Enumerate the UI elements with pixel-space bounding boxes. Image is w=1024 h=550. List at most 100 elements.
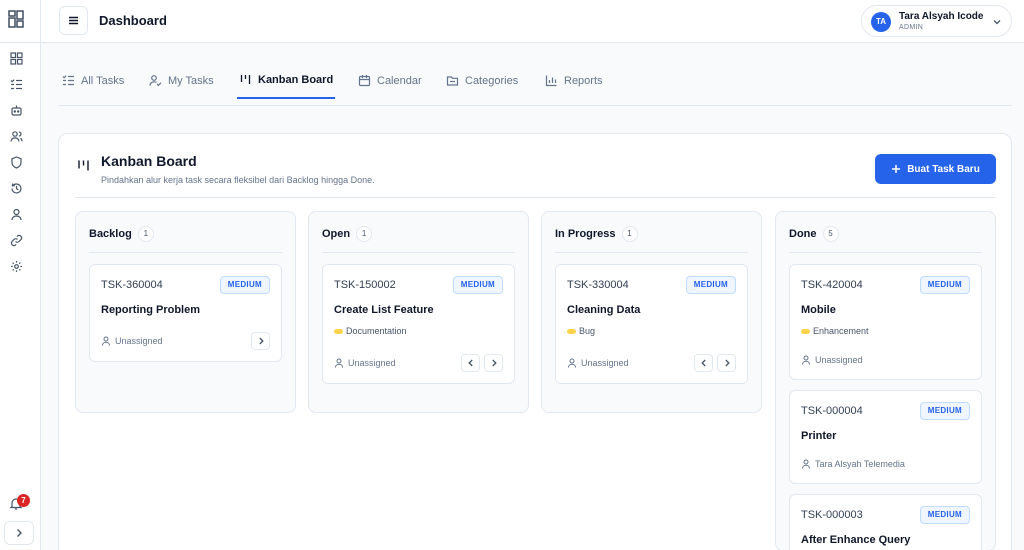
user-icon — [568, 358, 576, 368]
tab-reports[interactable]: Reports — [543, 62, 605, 99]
create-task-button[interactable]: Buat Task Baru — [875, 154, 996, 184]
priority-badge: MEDIUM — [685, 276, 736, 294]
tab-label: My Tasks — [168, 74, 214, 87]
create-task-label: Buat Task Baru — [907, 163, 980, 175]
page-title: Dashboard — [99, 13, 167, 28]
calendar-icon — [358, 75, 371, 87]
tab-kanban-board[interactable]: Kanban Board — [237, 62, 336, 99]
sidebar: 7 — [0, 0, 41, 550]
priority-badge: MEDIUM — [452, 276, 503, 294]
move-right-button[interactable] — [251, 332, 270, 350]
task-title: Reporting Problem — [101, 304, 201, 316]
link-icon[interactable] — [10, 234, 26, 250]
task-card[interactable]: TSK-150002 MEDIUM Create List Feature Do… — [322, 264, 515, 384]
task-id: TSK-000003 — [801, 509, 863, 521]
task-title: Mobile — [801, 304, 836, 316]
task-assignee: Unassigned — [567, 358, 629, 368]
tab-label: Kanban Board — [258, 73, 334, 86]
user-icon[interactable] — [10, 208, 26, 224]
column-title: Backlog — [89, 228, 132, 240]
hamburger-icon — [69, 16, 78, 25]
tab-all-tasks[interactable]: All Tasks — [60, 62, 126, 99]
chevron-left-icon — [467, 359, 473, 367]
tab-label: Reports — [564, 74, 603, 87]
assignee-name: Unassigned — [115, 336, 163, 346]
user-icon — [102, 336, 110, 346]
column-done: Done 5 TSK-420004 MEDIUM Mobile Enhancem… — [775, 211, 996, 550]
sidebar-divider — [0, 42, 40, 43]
task-card[interactable]: TSK-000004 MEDIUM Printer Tara Alsyah Te… — [789, 390, 982, 484]
user-name: Tara Alsyah Icode — [899, 11, 984, 22]
list-check-icon — [62, 75, 74, 86]
tag-color-icon — [567, 328, 576, 334]
task-assignee: Unassigned — [334, 358, 396, 368]
menu-toggle-button[interactable] — [59, 6, 88, 35]
user-icon — [802, 459, 810, 469]
priority-badge: MEDIUM — [919, 402, 970, 420]
task-title: Cleaning Data — [567, 304, 641, 316]
column-header: Backlog 1 — [89, 226, 154, 242]
chevron-right-icon — [724, 359, 730, 367]
task-assignee: Tara Alsyah Telemedia — [801, 459, 905, 469]
task-id: TSK-000004 — [801, 405, 863, 417]
app-logo-icon[interactable] — [8, 10, 32, 32]
users-icon[interactable] — [10, 130, 26, 146]
move-right-button[interactable] — [717, 354, 736, 372]
card-move-controls — [694, 354, 736, 372]
robot-icon[interactable] — [10, 104, 26, 120]
board-subtitle: Pindahkan alur kerja task secara fleksib… — [101, 175, 375, 185]
task-id: TSK-150002 — [334, 279, 396, 291]
folder-icon — [446, 76, 459, 86]
task-card[interactable]: TSK-000003 MEDIUM After Enhance Query — [789, 494, 982, 550]
assignee-name: Tara Alsyah Telemedia — [815, 459, 905, 469]
tab-label: Calendar — [377, 74, 422, 87]
column-in-progress: In Progress 1 TSK-330004 MEDIUM Cleaning… — [541, 211, 762, 413]
card-move-controls — [461, 354, 503, 372]
column-title: Done — [789, 228, 817, 240]
user-role: ADMIN — [899, 24, 924, 31]
topbar: Dashboard TA Tara Alsyah Icode ADMIN — [41, 0, 1024, 43]
chevron-right-icon — [491, 359, 497, 367]
checklist-icon[interactable] — [10, 78, 26, 94]
move-left-button[interactable] — [461, 354, 480, 372]
priority-badge: MEDIUM — [219, 276, 270, 294]
gear-icon[interactable] — [10, 260, 26, 276]
column-count-badge: 1 — [137, 226, 154, 242]
board-title: Kanban Board — [101, 153, 197, 169]
bar-chart-icon — [545, 75, 557, 87]
column-title: Open — [322, 228, 351, 240]
chevron-down-icon — [992, 17, 1002, 27]
kanban-panel: Kanban Board Pindahkan alur kerja task s… — [58, 133, 1012, 550]
task-id: TSK-420004 — [801, 279, 863, 291]
kanban-icon — [76, 158, 91, 173]
task-assignee: Unassigned — [101, 336, 163, 346]
task-title: Create List Feature — [334, 304, 434, 316]
column-count-badge: 1 — [356, 226, 373, 242]
move-left-button[interactable] — [694, 354, 713, 372]
tab-my-tasks[interactable]: My Tasks — [147, 62, 216, 99]
task-card[interactable]: TSK-360004 MEDIUM Reporting Problem Unas… — [89, 264, 282, 362]
move-right-button[interactable] — [484, 354, 503, 372]
column-header: Done 5 — [789, 226, 839, 242]
user-check-icon — [149, 75, 162, 87]
chevron-right-icon — [258, 337, 264, 345]
column-open: Open 1 TSK-150002 MEDIUM Create List Fea… — [308, 211, 529, 413]
task-card[interactable]: TSK-420004 MEDIUM Mobile Enhancement Una… — [789, 264, 982, 380]
category-tag: Documentation — [334, 326, 407, 336]
shield-icon[interactable] — [10, 156, 26, 172]
column-header: Open 1 — [322, 226, 373, 242]
tab-calendar[interactable]: Calendar — [356, 62, 424, 99]
tab-bar: All Tasks My Tasks Kanban Board Calendar… — [58, 62, 1012, 106]
dashboard-icon[interactable] — [10, 52, 26, 68]
tab-categories[interactable]: Categories — [444, 62, 520, 99]
user-menu[interactable]: TA Tara Alsyah Icode ADMIN — [861, 5, 1012, 37]
column-divider — [555, 252, 748, 253]
history-icon[interactable] — [10, 182, 26, 198]
tag-color-icon — [801, 328, 810, 334]
task-title: Printer — [801, 430, 837, 442]
sidebar-expand-button[interactable] — [4, 521, 34, 545]
plus-icon — [892, 165, 901, 173]
column-count-badge: 5 — [822, 226, 839, 242]
column-count-badge: 1 — [621, 226, 638, 242]
task-card[interactable]: TSK-330004 MEDIUM Cleaning Data Bug Unas… — [555, 264, 748, 384]
